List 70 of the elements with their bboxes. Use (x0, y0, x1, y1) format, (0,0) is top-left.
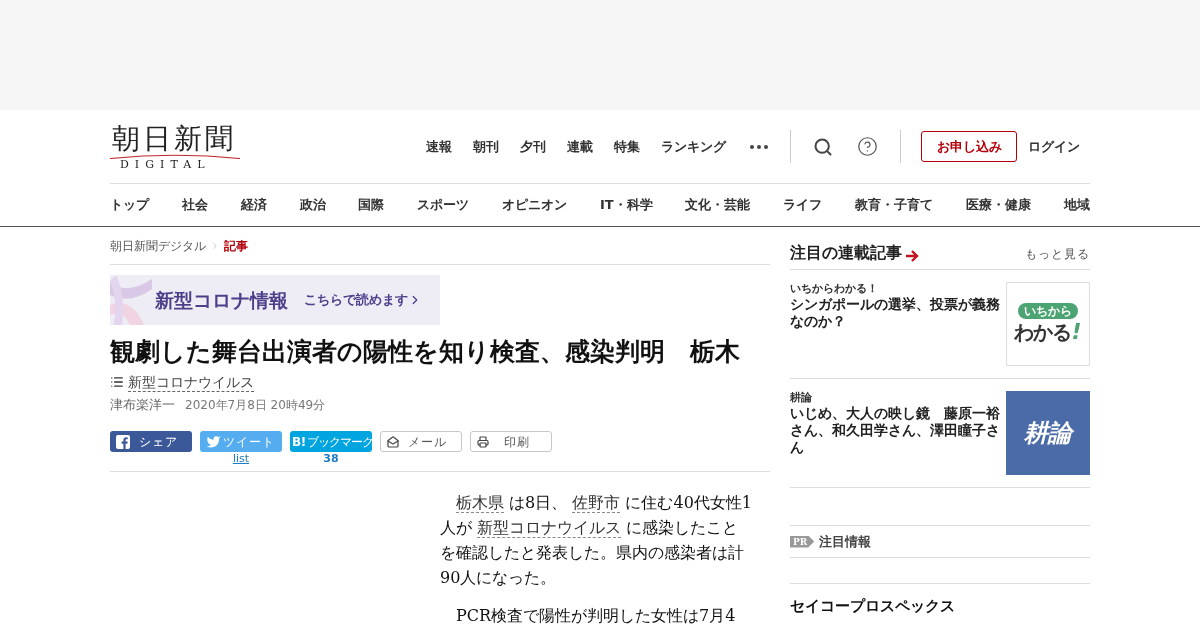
search-icon[interactable] (813, 136, 833, 157)
logo-wordmark[interactable]: 朝日新聞 (110, 124, 236, 153)
category-link[interactable]: トップ (110, 196, 149, 214)
top-nav-link[interactable]: 速報 (426, 137, 452, 156)
author-name: 津布楽洋一 (110, 396, 175, 415)
category-link[interactable]: 文化・芸能 (685, 196, 751, 214)
category-link[interactable]: 国際 (358, 196, 385, 214)
top-nav-link[interactable]: 連載 (567, 137, 593, 156)
corona-banner[interactable]: 新型コロナ情報 こちらで読めます (110, 275, 440, 325)
banner-link[interactable]: こちらで読めます (304, 290, 408, 310)
keyword-link[interactable]: 佐野市 (572, 493, 621, 513)
logo-arc-icon (110, 153, 240, 159)
logo-subtitle: DIGITAL (119, 158, 211, 171)
thumbnail-exclamation-text: ! (1071, 319, 1082, 345)
series-thumbnail[interactable]: 耕論 (1006, 391, 1090, 475)
category-link[interactable]: スポーツ (417, 196, 470, 214)
printer-icon (477, 435, 489, 448)
more-icon[interactable] (750, 144, 768, 149)
topic-link[interactable]: 新型コロナウイルス (128, 372, 254, 392)
mail-button[interactable]: メール (380, 431, 462, 452)
more-link[interactable]: もっと見る (1025, 245, 1090, 263)
category-link[interactable]: 医療・健康 (966, 196, 1031, 214)
print-button[interactable]: 印刷 (470, 431, 552, 452)
category-link[interactable]: 地域 (1063, 196, 1090, 214)
mail-icon (387, 435, 399, 448)
promo-title[interactable]: セイコープロスペックス (790, 596, 1090, 616)
thumbnail-title-text: わかる (1014, 319, 1072, 345)
category-link[interactable]: 教育・子育て (855, 196, 934, 214)
bird-icon (206, 435, 221, 448)
share-button[interactable]: シェア (110, 431, 192, 452)
category-link[interactable]: オピニオン (502, 196, 568, 214)
thumbnail-title-text: 耕論 (1024, 419, 1072, 447)
sidebar-title[interactable]: 注目の連載記事 (790, 243, 902, 263)
arrow-right-icon (906, 250, 920, 262)
series-label: 耕論 (790, 391, 813, 405)
top-nav-link[interactable]: 朝刊 (473, 137, 499, 156)
top-nav-link[interactable]: 特集 (614, 137, 640, 156)
article-paragraph: 栃木県 は8日、 佐野市 に住む40代女性1人が 新型コロナウイルス に感染したことを確認したと発表した。県内の感染者は計90人になった。 (440, 492, 752, 589)
share-count[interactable]: 38 (323, 453, 339, 465)
publish-date: 2020年7月8日 20時49分 (185, 397, 326, 414)
share-count[interactable]: list (232, 453, 250, 465)
keyword-link[interactable]: 栃木県 (456, 493, 504, 513)
help-icon[interactable] (857, 136, 878, 157)
banner-swirl-drawing (110, 275, 152, 325)
series-article-title[interactable]: いじめ、大人の映し鏡 藤原一裕さん、和久田学さん、澤田瞳子さん (790, 405, 1002, 456)
keyword-link[interactable]: 新型コロナウイルス (477, 518, 622, 538)
banner-title: 新型コロナ情報 (155, 287, 288, 313)
breadcrumb-link[interactable]: 記事 (224, 236, 248, 255)
top-nav-link[interactable]: ランキング (661, 137, 726, 156)
article-title: 観劇した舞台出演者の陽性を知り検査、感染判明 栃木 (110, 336, 741, 368)
series-article-title[interactable]: シンガポールの選挙、投票が義務なのか？ (790, 296, 1002, 330)
series-thumbnail[interactable]: いちから わかる! (1006, 282, 1090, 366)
series-label: いちからわかる！ (790, 282, 879, 296)
subscribe-button[interactable]: お申し込み (921, 131, 1017, 162)
pr-badge: PR (790, 535, 815, 548)
category-link[interactable]: 社会 (181, 196, 208, 214)
article-paragraph: PCR検査で陽性が判明した女性は7月4 (455, 605, 737, 627)
breadcrumb-link[interactable]: 朝日新聞デジタル (110, 236, 206, 255)
top-nav-link[interactable]: 夕刊 (520, 137, 546, 156)
category-link[interactable]: 経済 (240, 196, 267, 214)
bookmark-logo: B! (292, 435, 306, 448)
pr-heading: 注目情報 (819, 532, 872, 551)
chevron-right-icon (210, 240, 220, 251)
login-link[interactable]: ログイン (1028, 136, 1080, 157)
category-link[interactable]: ライフ (783, 196, 823, 214)
list-icon (110, 375, 124, 389)
category-link[interactable]: IT・科学 (599, 196, 653, 214)
thumbnail-pill-text: いちから (1018, 303, 1078, 319)
category-link[interactable]: 政治 (299, 196, 326, 214)
facebook-icon (116, 434, 130, 449)
